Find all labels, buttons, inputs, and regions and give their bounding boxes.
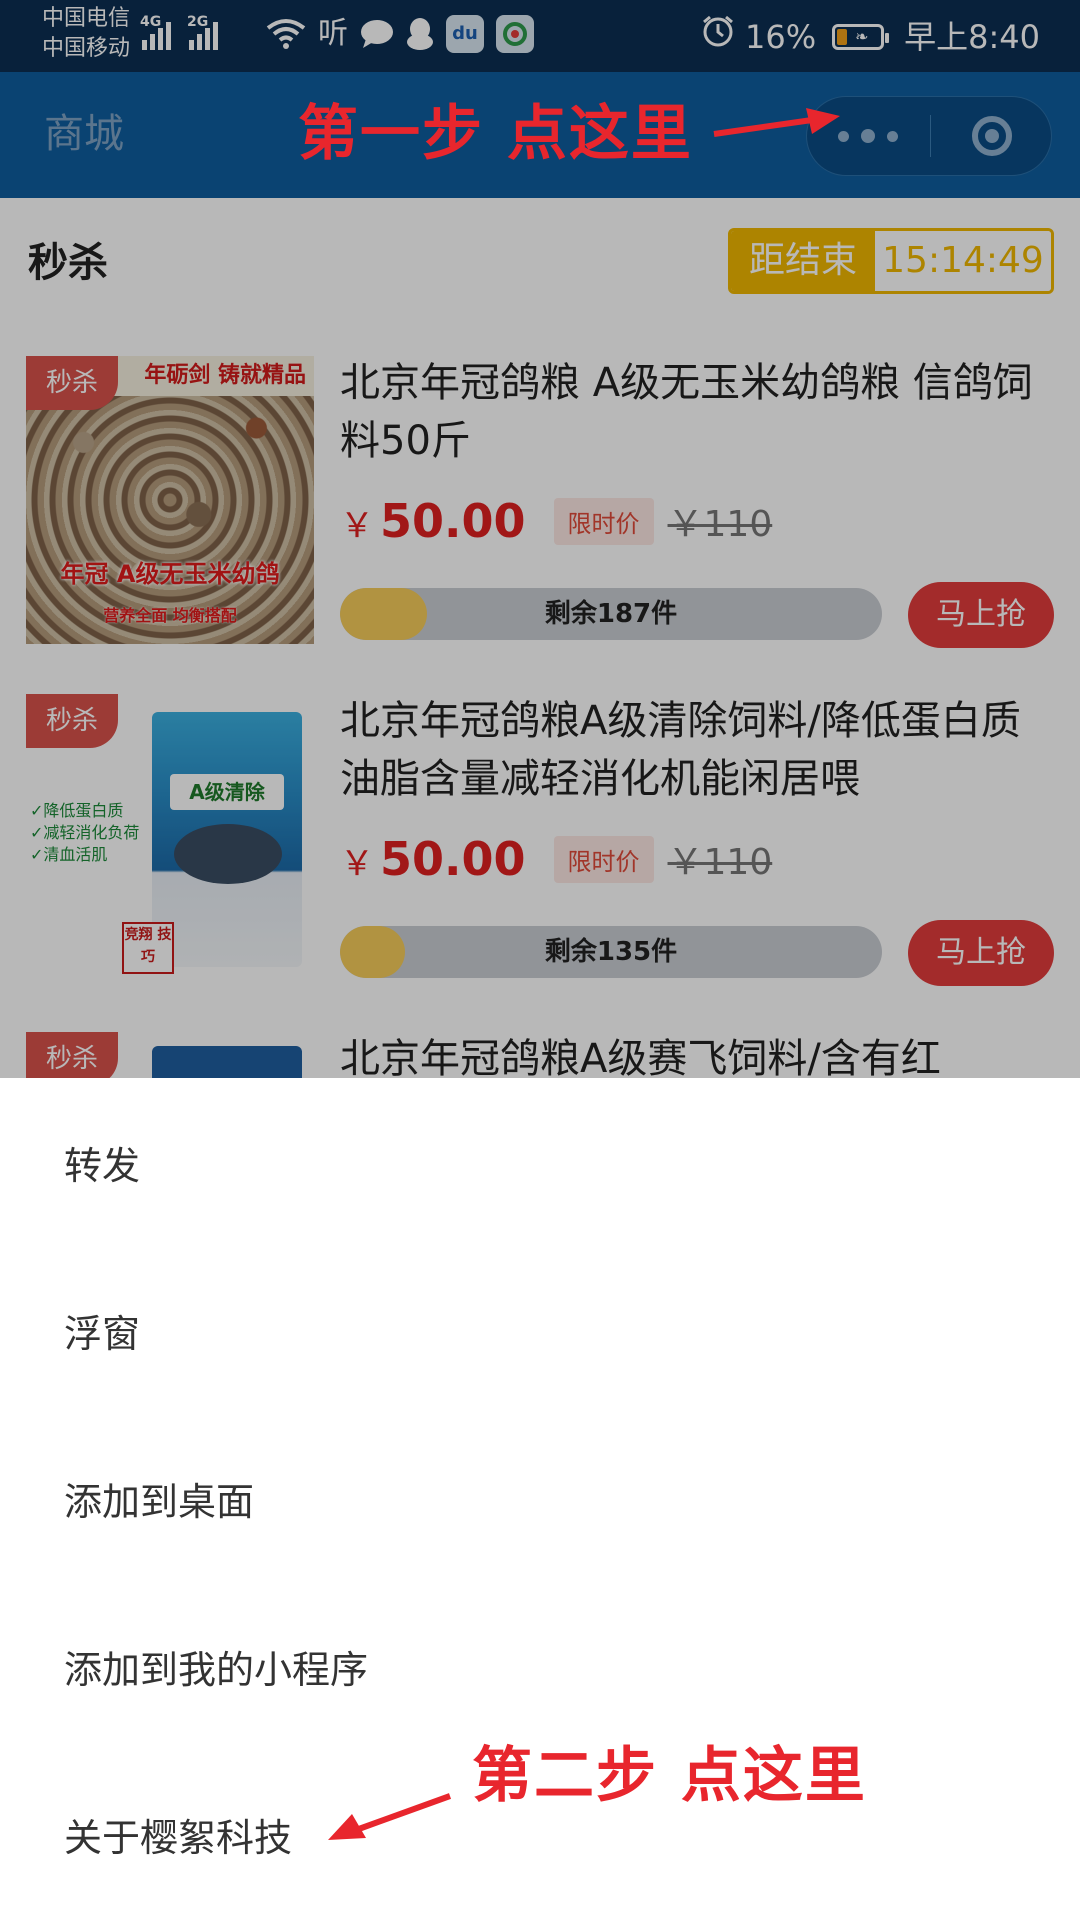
menu-item-add-to-desktop[interactable]: 添加到桌面 xyxy=(64,1472,254,1532)
step-1-arrow-icon xyxy=(713,108,840,137)
step-2-arrow-icon xyxy=(328,1793,452,1840)
menu-item-floating-window[interactable]: 浮窗 xyxy=(64,1304,140,1364)
menu-item-add-to-my-miniprograms[interactable]: 添加到我的小程序 xyxy=(64,1640,368,1700)
menu-item-about[interactable]: 关于樱絮科技 xyxy=(64,1808,292,1868)
step-1-annotation: 第一步 点这里 xyxy=(298,99,693,169)
menu-item-forward[interactable]: 转发 xyxy=(64,1136,140,1196)
step-2-annotation: 第二步 点这里 xyxy=(472,1741,867,1811)
